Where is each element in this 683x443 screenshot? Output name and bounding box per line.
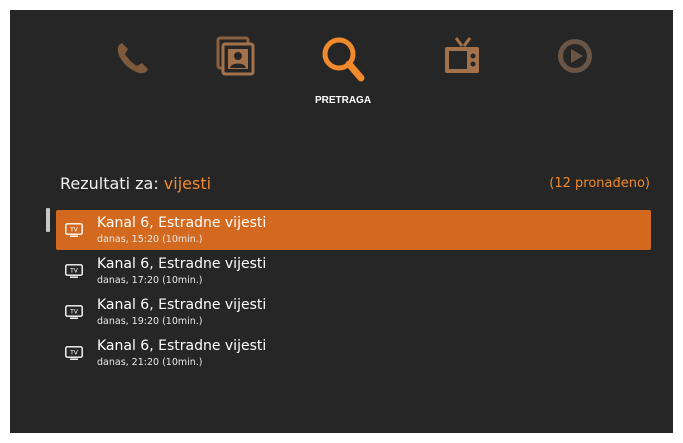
nav-item-tv[interactable] bbox=[428, 34, 498, 124]
results-count: (12 pronađeno) bbox=[549, 176, 650, 191]
results-title: Rezultati za: vijesti bbox=[60, 174, 211, 193]
tv-icon bbox=[445, 37, 479, 73]
list-item[interactable]: TV Kanal 6, Estradne vijesti danas, 15:2… bbox=[56, 210, 651, 250]
tv-badge: TV bbox=[69, 267, 79, 274]
list-item-subtitle: danas, 15:20 (10min.) bbox=[97, 234, 203, 245]
main-nav: PRETRAGA bbox=[10, 34, 673, 124]
nav-item-photos[interactable] bbox=[199, 34, 269, 124]
phone-icon bbox=[117, 43, 148, 74]
results-prefix: Rezultati za: bbox=[60, 174, 164, 193]
tv-icon: TV bbox=[65, 305, 83, 319]
list-item-subtitle: danas, 21:20 (10min.) bbox=[97, 357, 203, 368]
play-icon bbox=[558, 39, 592, 73]
tv-icon: TV bbox=[65, 346, 83, 360]
results-list: TV Kanal 6, Estradne vijesti danas, 15:2… bbox=[56, 210, 651, 374]
nav-item-video[interactable] bbox=[542, 34, 612, 124]
media-center-screen: PRETRAGA Rezultati za: vijesti (12 prona… bbox=[10, 10, 673, 433]
tv-icon: TV bbox=[65, 223, 83, 237]
nav-item-search[interactable]: PRETRAGA bbox=[308, 34, 378, 124]
list-item-title: Kanal 6, Estradne vijesti bbox=[97, 256, 267, 272]
tv-icon: TV bbox=[65, 264, 83, 278]
results-query: vijesti bbox=[163, 174, 212, 193]
list-item[interactable]: TV Kanal 6, Estradne vijesti danas, 21:2… bbox=[56, 333, 651, 374]
results-header: Rezultati za: vijesti (12 pronađeno) bbox=[60, 174, 650, 196]
tv-badge: TV bbox=[69, 226, 79, 233]
tv-badge: TV bbox=[69, 349, 79, 356]
list-scroll-indicator[interactable] bbox=[46, 208, 50, 232]
list-item-title: Kanal 6, Estradne vijesti bbox=[97, 297, 267, 313]
photo-album-icon bbox=[216, 36, 255, 76]
list-item-subtitle: danas, 17:20 (10min.) bbox=[97, 275, 203, 286]
nav-item-phone[interactable] bbox=[98, 34, 168, 124]
search-icon bbox=[322, 37, 365, 82]
list-item-subtitle: danas, 19:20 (10min.) bbox=[97, 316, 203, 327]
list-item-title: Kanal 6, Estradne vijesti bbox=[97, 338, 267, 354]
list-item[interactable]: TV Kanal 6, Estradne vijesti danas, 19:2… bbox=[56, 292, 651, 333]
tv-badge: TV bbox=[69, 308, 79, 315]
list-item-title: Kanal 6, Estradne vijesti bbox=[97, 215, 267, 231]
list-item[interactable]: TV Kanal 6, Estradne vijesti danas, 17:2… bbox=[56, 251, 651, 292]
nav-item-search-label: PRETRAGA bbox=[314, 95, 372, 106]
